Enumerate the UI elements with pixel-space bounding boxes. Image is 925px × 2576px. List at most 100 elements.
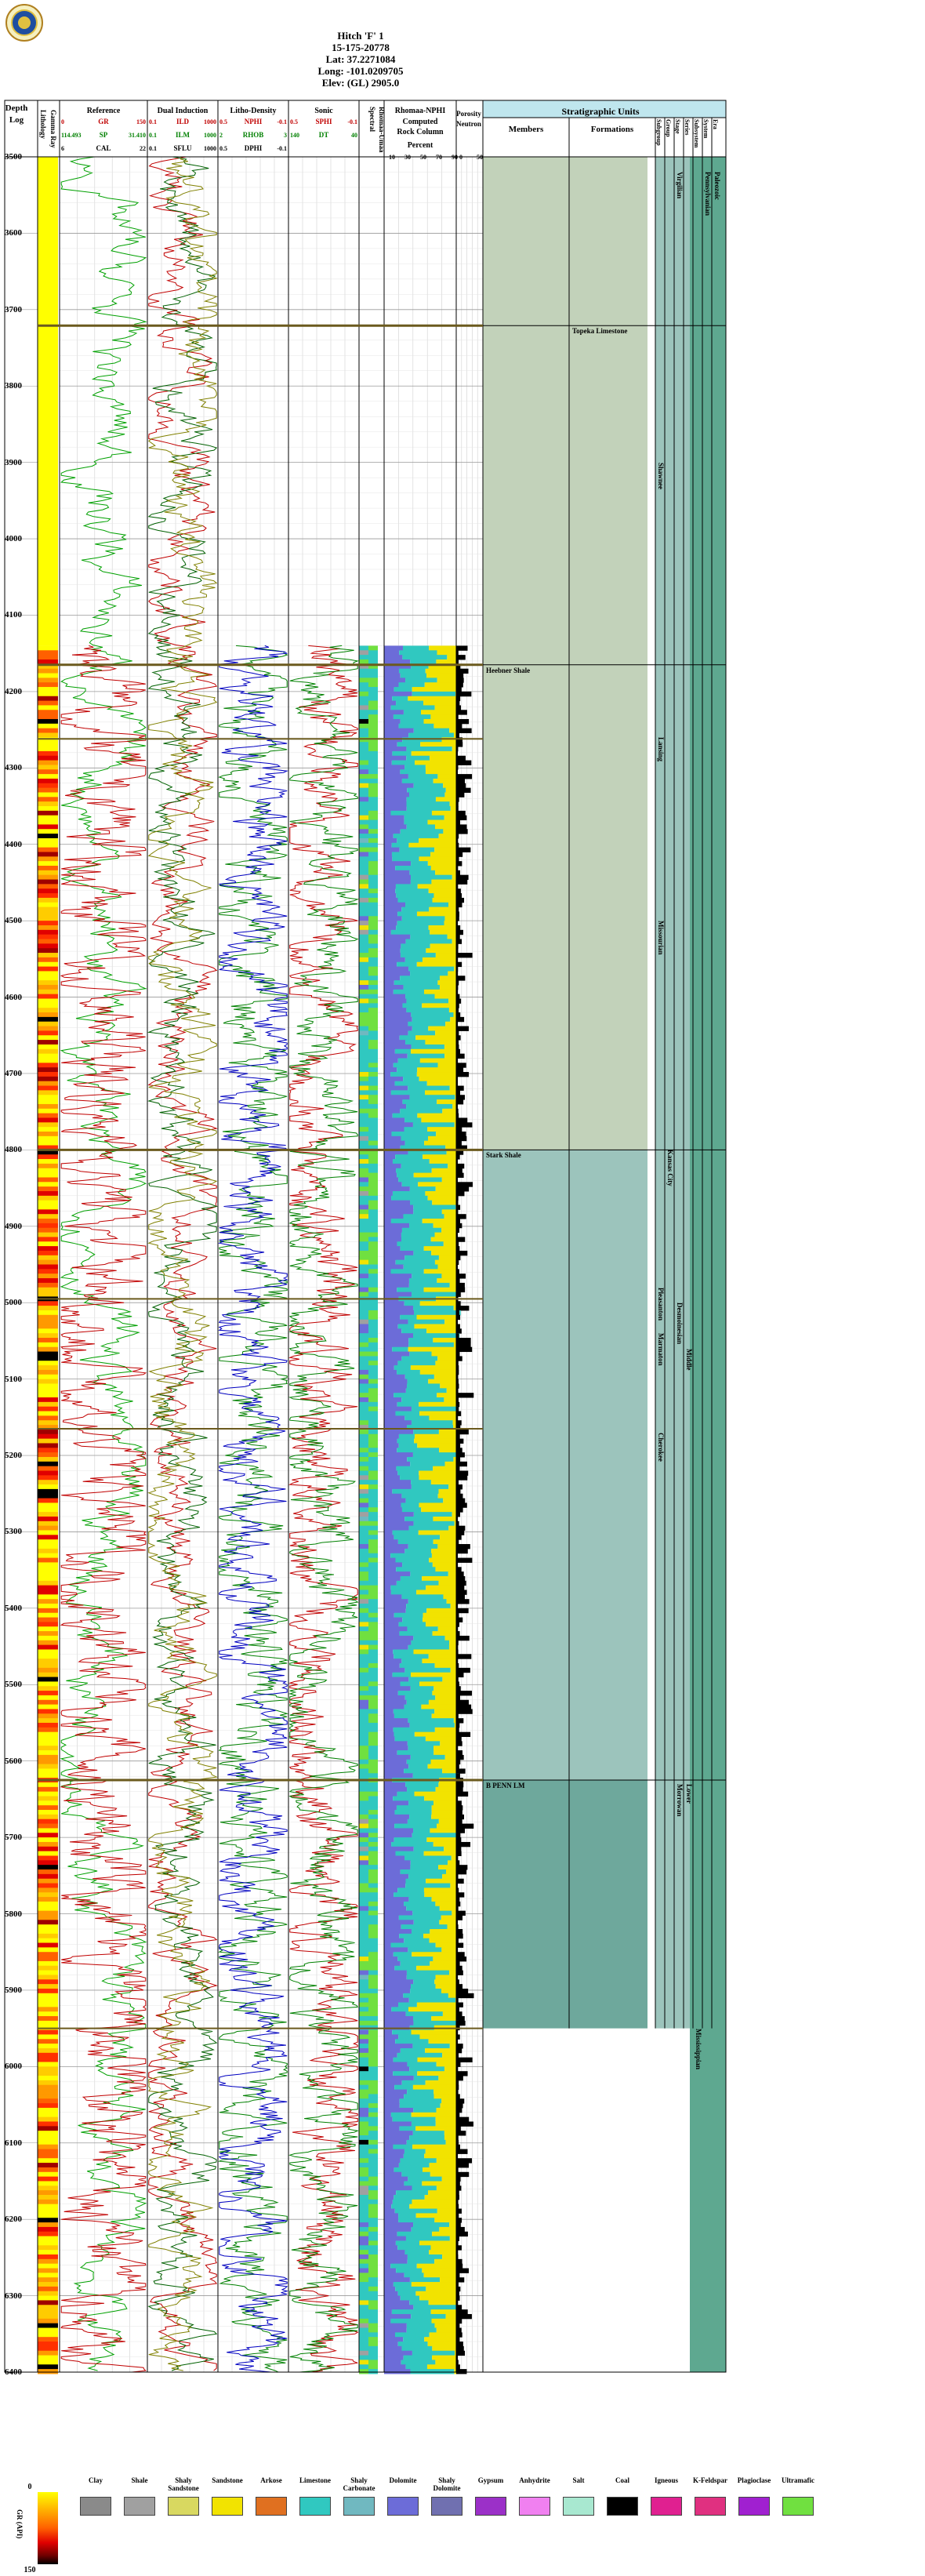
rock-dolomite [384, 1764, 409, 1769]
porosity-fill [456, 687, 462, 692]
rock-sandstone [426, 1585, 456, 1590]
rock-sandstone [439, 1920, 456, 1925]
rock-dolomite [384, 1938, 404, 1944]
gr-colorbar-cell [38, 1443, 58, 1448]
gr-colorbar-cell [38, 2263, 58, 2269]
spectral-cell [368, 801, 378, 807]
rock-sandstone [424, 1140, 456, 1146]
rock-dolomite [384, 916, 402, 921]
depth-label: 3600 [5, 228, 22, 238]
spectral-cell [368, 1957, 378, 1962]
lithology-cell [359, 2139, 368, 2145]
lithology-cell [359, 1823, 368, 1829]
rock-limestone [404, 1127, 428, 1132]
spectral-cell [368, 1140, 378, 1146]
lithology-cell [359, 1182, 368, 1187]
spectral-cell [368, 1585, 378, 1590]
spectral-cell [368, 2066, 378, 2072]
rock-limestone [411, 1044, 444, 1050]
rock-sandstone [432, 2231, 456, 2237]
gr-colorbar-cell [38, 1635, 58, 1641]
rock-sandstone [444, 1635, 456, 1641]
rock-limestone [408, 1319, 445, 1324]
rock-limestone [397, 1691, 433, 1696]
legend-swatch [519, 2497, 550, 2516]
gr-colorbar-cell [38, 1429, 58, 1435]
rock-sandstone [444, 921, 456, 926]
gr-colorbar-cell [38, 2131, 58, 2136]
rock-dolomite [384, 1841, 392, 1848]
gr-colorbar-cell [38, 1548, 58, 1554]
rock-dolomite [384, 948, 401, 954]
lithology-cell [359, 2231, 368, 2237]
rock-sandstone [442, 1108, 456, 1114]
porosity-fill [456, 2057, 473, 2062]
gr-colorbar-cell [38, 2190, 58, 2196]
lithology-cell [359, 1659, 368, 1664]
rock-dolomite [384, 1851, 396, 1856]
lithology-cell [359, 1429, 368, 1435]
strat-members: Members [508, 125, 544, 134]
rock-dolomite [384, 1599, 408, 1604]
rhomaa-nphi-title: Rhomaa-NPHI [394, 107, 446, 115]
rock-dolomite [384, 2112, 391, 2118]
spectral-cell [368, 1997, 378, 2004]
porosity-fill [456, 691, 472, 697]
rock-sandstone [446, 1388, 456, 1393]
spectral-cell [368, 2236, 378, 2241]
rock-limestone [392, 856, 419, 862]
rock-limestone [400, 1246, 424, 1252]
spectral-cell [368, 1860, 378, 1866]
lithology-cell [359, 2342, 368, 2347]
strat-col-system: System [702, 119, 709, 139]
rock-dolomite [384, 1686, 411, 1691]
lithology-cell [359, 1241, 368, 1247]
porosity-fill [456, 929, 463, 936]
gr-colorbar-cell [38, 1076, 58, 1082]
gr-colorbar-cell [38, 2318, 58, 2324]
gr-colorbar-cell [38, 2094, 58, 2099]
rock-dolomite [384, 710, 404, 715]
rock-dolomite [384, 1883, 406, 1888]
rock-dolomite [384, 1214, 404, 1219]
rock-sandstone [439, 1448, 456, 1453]
lithology-cell [359, 1338, 368, 1343]
gr-colorbar-cell [38, 2167, 58, 2173]
gr-colorbar-cell [38, 2176, 58, 2182]
spectral-cell [368, 1044, 378, 1050]
rock-sandstone [441, 2176, 456, 2182]
porosity-fill [456, 1237, 466, 1242]
rock-sandstone [423, 2273, 456, 2278]
spectral-cell [368, 2057, 378, 2062]
spectral-cell [368, 2199, 378, 2205]
spectral-cell [368, 1654, 378, 1659]
porosity-fill [456, 1053, 465, 1059]
rock-sandstone [436, 2107, 456, 2113]
rock-dolomite [384, 1818, 408, 1825]
gr-colorbar-cell [38, 1241, 58, 1247]
porosity-fill [456, 1590, 467, 1595]
rock-limestone [407, 2062, 437, 2067]
lithology-cell [359, 1103, 368, 1110]
rock-sandstone [415, 2291, 456, 2297]
porosity-fill [456, 1525, 466, 1531]
porosity-fill [456, 1204, 461, 1210]
porosity-fill [456, 2034, 460, 2040]
rock-dolomite [384, 1204, 414, 1210]
spectral-cell [368, 1255, 378, 1261]
gr-colorbar-cell [38, 1924, 58, 1930]
lithology-cell [359, 842, 368, 848]
rock-dolomite [384, 2332, 395, 2338]
rock-sandstone [427, 1127, 456, 1132]
rock-limestone [409, 2135, 444, 2141]
rock-dolomite [384, 2071, 394, 2076]
spectral-cell [368, 1259, 378, 1265]
lithology-cell [359, 2195, 368, 2200]
rock-sandstone [437, 1544, 456, 1550]
spectral-cell [368, 1484, 378, 1490]
porosity-fill [456, 1346, 473, 1353]
rock-limestone [411, 1984, 436, 1989]
sonic-max-0: -0.1 [347, 118, 357, 125]
porosity-fill [456, 1314, 461, 1321]
rock-sandstone [444, 2135, 456, 2141]
